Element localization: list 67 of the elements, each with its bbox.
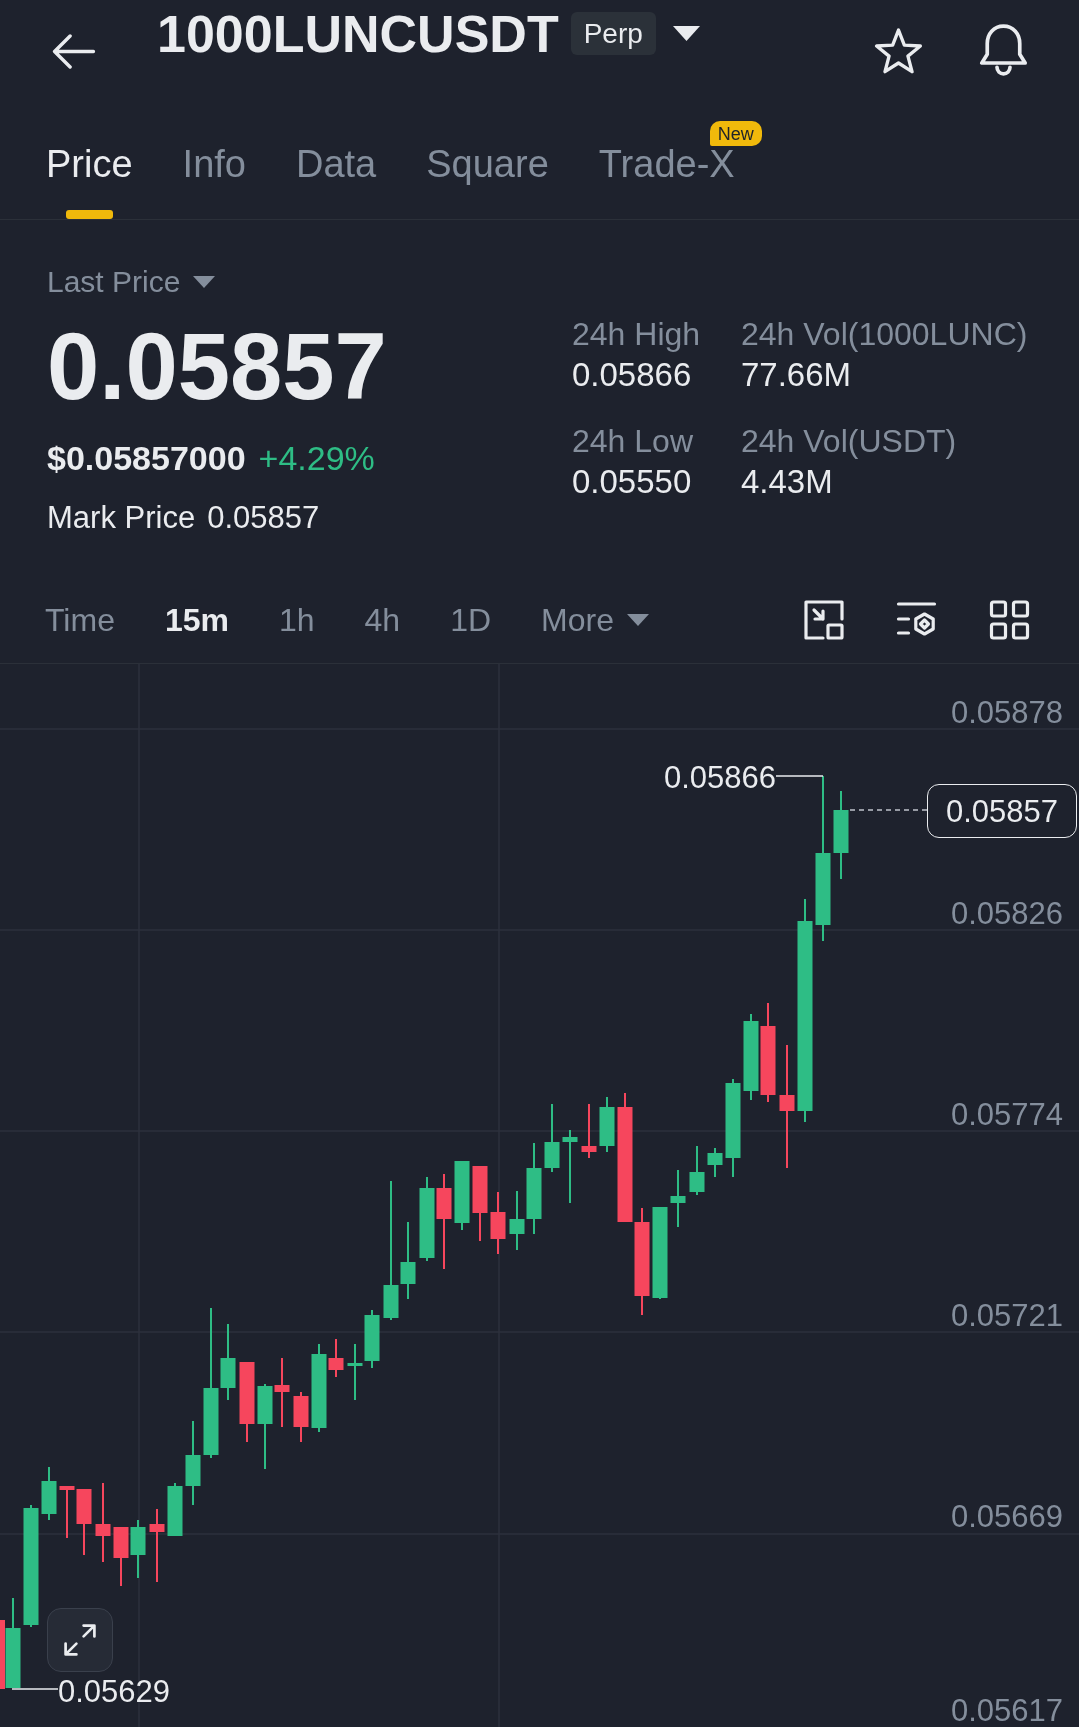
price-type-dropdown[interactable]: Last Price [47,264,216,300]
star-icon[interactable] [874,28,923,74]
interval-option[interactable]: 4h [364,603,401,636]
price-change: +4.29% [258,441,375,475]
fullscreen-button[interactable] [47,1608,113,1672]
candle [707,1147,723,1178]
interval-dropdown[interactable]: More [541,603,649,636]
candle [490,1191,506,1255]
candle [670,1169,686,1228]
candle [274,1357,290,1428]
diagonal-arrows-icon [62,1622,98,1658]
interval-option[interactable]: Time [45,603,115,636]
current-price-tag: 0.05857 [927,784,1077,838]
tab[interactable]: Trade-X [598,145,735,219]
tab[interactable]: Square [426,145,549,219]
tab[interactable]: Info [182,145,246,219]
high-price-label: 0.05866 [663,762,776,793]
leader-line [11,1688,59,1690]
candle [41,1466,57,1521]
last-price: 0.05857 [47,320,387,414]
mark-price-label: Mark Price [47,502,196,533]
stat-label: 24h Low [572,425,694,457]
price-axis-label: 0.05774 [950,1099,1063,1130]
grid-icon[interactable] [989,599,1030,640]
stat-label: 24h Vol(1000LUNC) [741,318,1028,350]
price-axis-label: 0.05878 [950,697,1063,728]
candle [454,1160,470,1231]
low-price-label: 0.05629 [58,1676,171,1707]
candle [689,1145,705,1196]
symbol-title: 1000LUNCUSDT [157,8,559,60]
price-axis-label: 0.05721 [950,1300,1063,1331]
candle [364,1309,380,1369]
stat-value: 0.05866 [572,358,693,391]
stat-value: 77.66M [741,358,853,391]
frame-arrow-icon[interactable] [804,599,844,640]
candle [167,1482,183,1537]
interval-option[interactable]: 1D [450,603,492,636]
tab[interactable]: Price [46,145,133,219]
candle [347,1343,363,1401]
caret-down-icon [193,276,216,288]
price-axis-label: 0.05617 [950,1695,1063,1726]
price-axis-label: 0.05669 [950,1501,1063,1532]
stat-value: 0.05550 [572,465,693,498]
candle [76,1488,92,1556]
bell-icon[interactable] [978,24,1029,76]
stat-value: 4.43M [741,465,834,498]
candle [130,1519,146,1579]
candle [581,1103,597,1159]
stat-label: 24h High [572,318,702,350]
tab[interactable]: Data [295,145,377,219]
interval-option[interactable]: 1h [278,603,315,636]
candle [113,1526,129,1587]
back-arrow-icon[interactable] [52,34,96,69]
interval-option[interactable]: 15m [164,603,229,636]
new-badge: New [709,121,762,146]
contract-type-badge: Perp [570,12,656,55]
stat-label: 24h Vol(USDT) [741,425,958,457]
candle [544,1103,560,1173]
usd-price: $0.05857000 [47,441,246,475]
price-axis-label: 0.05826 [950,898,1063,929]
mark-price-value: 0.05857 [207,502,320,533]
caret-down-icon[interactable] [672,26,700,41]
candle [293,1391,309,1443]
leader-line [775,775,824,777]
caret-down-icon [626,613,649,626]
candle [59,1485,75,1539]
candle [599,1096,615,1153]
